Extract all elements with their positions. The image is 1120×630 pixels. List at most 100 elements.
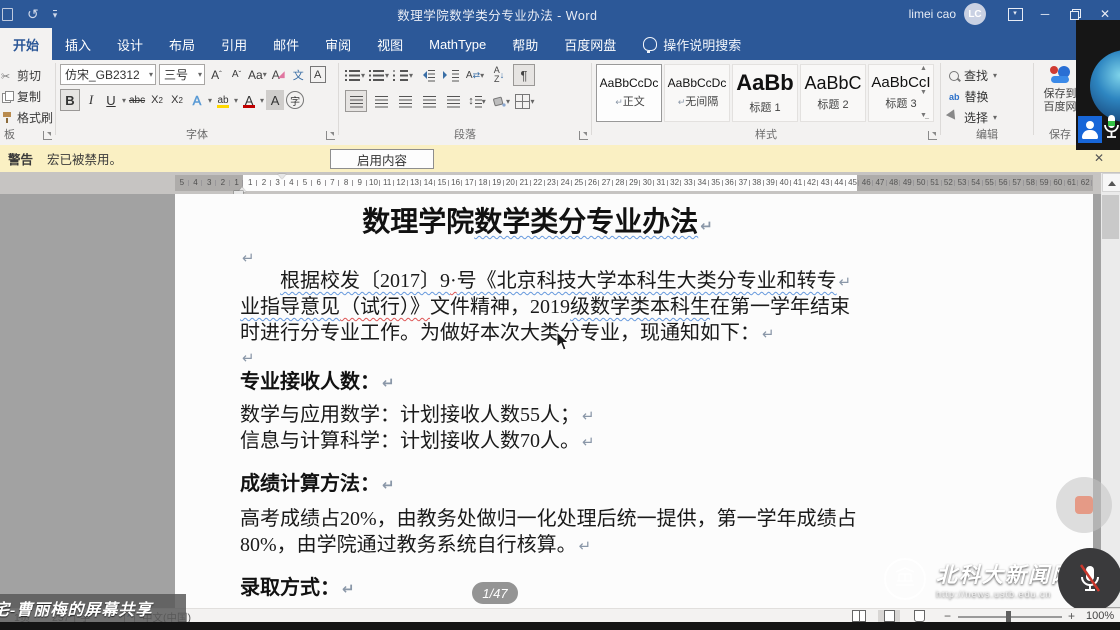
- styles-dialog-launcher[interactable]: [928, 131, 937, 140]
- asian-layout-button[interactable]: A⇄▾: [465, 65, 485, 85]
- grow-font-button[interactable]: Aˆ: [208, 65, 225, 84]
- styles-scroll-up-icon[interactable]: ▲: [920, 65, 927, 72]
- muted-mic-button[interactable]: [1058, 548, 1120, 608]
- replace-button[interactable]: ab替换: [941, 86, 1033, 107]
- customize-qat-icon[interactable]: ▾: [53, 10, 58, 19]
- tell-me-search[interactable]: 操作说明搜索: [643, 28, 741, 60]
- meeting-record-button[interactable]: [1056, 477, 1112, 533]
- find-button[interactable]: 查找▾: [941, 65, 1033, 86]
- change-case-button[interactable]: Aa▾: [248, 65, 267, 84]
- undo-icon[interactable]: ↺: [27, 6, 39, 23]
- clipboard-dialog-launcher[interactable]: [43, 131, 52, 140]
- bullets-button[interactable]: ▾: [345, 65, 365, 85]
- text-highlight-button[interactable]: ab: [214, 90, 232, 110]
- enable-content-button[interactable]: 启用内容: [330, 149, 434, 169]
- ribbon-tab[interactable]: 邮件: [260, 28, 312, 60]
- style-card[interactable]: AaBbCcDc↵正文: [596, 64, 662, 122]
- horizontal-ruler[interactable]: 5432112345678910111213141516171819202122…: [0, 172, 1120, 194]
- save-icon[interactable]: [2, 8, 13, 21]
- web-layout-button[interactable]: [908, 610, 930, 622]
- clear-formatting-button[interactable]: A◢: [270, 65, 287, 84]
- ribbon-tab[interactable]: 布局: [156, 28, 208, 60]
- justify-button[interactable]: [419, 91, 439, 111]
- zoom-out-button[interactable]: −: [944, 609, 951, 623]
- zoom-slider-thumb[interactable]: [1006, 611, 1011, 622]
- ribbon-tab[interactable]: 设计: [104, 28, 156, 60]
- shading-button[interactable]: ▾: [491, 91, 511, 111]
- numbering-button[interactable]: ▾: [369, 65, 389, 85]
- style-card[interactable]: AaBb标题 1: [732, 64, 798, 122]
- ribbon-tab[interactable]: 开始: [0, 28, 52, 60]
- align-center-button[interactable]: [371, 91, 391, 111]
- vertical-scrollbar[interactable]: [1101, 173, 1120, 607]
- styles-more-icon[interactable]: ▼̲: [920, 112, 927, 119]
- paragraph-dialog-launcher[interactable]: [579, 131, 588, 140]
- ruler-tick: 22: [531, 175, 545, 191]
- read-mode-button[interactable]: [848, 610, 870, 622]
- styles-scroll-down-icon[interactable]: ▼: [920, 89, 927, 96]
- highlight-dropdown[interactable]: ▾: [234, 96, 238, 105]
- security-warning-bar: 警告 宏已被禁用。 启用内容 ✕: [0, 145, 1120, 172]
- borders-button[interactable]: ▾: [515, 91, 535, 111]
- select-button[interactable]: 选择▾: [941, 107, 1033, 128]
- bold-button[interactable]: B: [60, 89, 80, 111]
- participants-button[interactable]: [1078, 116, 1102, 143]
- underline-button[interactable]: U: [102, 90, 120, 110]
- style-card[interactable]: AaBbCcDc↵无间隔: [664, 64, 730, 122]
- superscript-button[interactable]: X2: [168, 90, 186, 110]
- document-page[interactable]: 数理学院数学类分专业办法↵↵根据校发〔2017〕9·号《北京科技大学本科生大类分…: [175, 194, 1093, 608]
- style-card[interactable]: AaBbC标题 2: [800, 64, 866, 122]
- account-avatar[interactable]: LC: [964, 3, 986, 25]
- styles-scroll[interactable]: ▲ ▼ ▼̲: [917, 65, 930, 119]
- font-color-button[interactable]: A: [240, 90, 258, 110]
- ribbon-tab[interactable]: 百度网盘: [551, 28, 629, 60]
- multilevel-list-button[interactable]: ▾: [393, 65, 413, 85]
- increase-indent-button[interactable]: [441, 65, 461, 85]
- warning-close-icon[interactable]: ✕: [1094, 151, 1104, 165]
- webcam-thumbnail[interactable]: [1090, 50, 1120, 122]
- document-content[interactable]: 数理学院数学类分专业办法↵↵根据校发〔2017〕9·号《北京科技大学本科生大类分…: [240, 200, 860, 602]
- strikethrough-button[interactable]: abc: [128, 90, 146, 110]
- ribbon-display-options-button[interactable]: ▾: [1000, 0, 1030, 28]
- minimize-button[interactable]: ─: [1030, 0, 1060, 28]
- font-name-combo[interactable]: 仿宋_GB2312▾: [60, 64, 156, 85]
- account-name[interactable]: limei cao: [909, 7, 956, 21]
- mic-level-icon[interactable]: [1103, 113, 1120, 145]
- first-line-indent-marker[interactable]: [278, 174, 286, 183]
- ruler-tick: 46: [859, 175, 873, 191]
- format-painter-button[interactable]: 格式刷: [0, 107, 55, 128]
- font-size-combo[interactable]: 三号▾: [159, 64, 205, 85]
- enclose-characters-button[interactable]: 字: [286, 91, 304, 109]
- subscript-button[interactable]: X2: [148, 90, 166, 110]
- phonetic-guide-button[interactable]: 文: [290, 65, 307, 84]
- show-hide-marks-button[interactable]: ¶: [513, 64, 535, 86]
- font-dialog-launcher[interactable]: [326, 131, 335, 140]
- font-color-dropdown[interactable]: ▾: [260, 96, 264, 105]
- text-effects-dropdown[interactable]: ▾: [208, 96, 212, 105]
- italic-button[interactable]: I: [82, 90, 100, 110]
- align-right-button[interactable]: [395, 91, 415, 111]
- ribbon-tab[interactable]: 引用: [208, 28, 260, 60]
- shrink-font-button[interactable]: Aˇ: [228, 65, 245, 84]
- text-effects-button[interactable]: A: [188, 90, 206, 110]
- scroll-up-button[interactable]: [1102, 173, 1120, 192]
- underline-dropdown[interactable]: ▾: [122, 96, 126, 105]
- copy-button[interactable]: 复制: [0, 86, 55, 107]
- align-left-button[interactable]: [345, 90, 367, 112]
- character-border-button[interactable]: A: [310, 66, 326, 83]
- sort-button[interactable]: AZ↓: [489, 65, 509, 85]
- ribbon-tab[interactable]: 审阅: [312, 28, 364, 60]
- ribbon-tab[interactable]: 插入: [52, 28, 104, 60]
- cut-button[interactable]: 剪切: [0, 65, 55, 86]
- ribbon-tab[interactable]: 视图: [364, 28, 416, 60]
- decrease-indent-button[interactable]: [417, 65, 437, 85]
- distribute-button[interactable]: [443, 91, 463, 111]
- ribbon-tab[interactable]: 帮助: [499, 28, 551, 60]
- zoom-in-button[interactable]: +: [1068, 609, 1075, 623]
- line-spacing-button[interactable]: ↕▾: [467, 91, 487, 111]
- scrollbar-thumb[interactable]: [1102, 195, 1119, 239]
- character-shading-button[interactable]: A: [266, 90, 284, 110]
- zoom-percentage[interactable]: 100%: [1086, 610, 1114, 622]
- print-layout-button[interactable]: [878, 610, 900, 622]
- ribbon-tab[interactable]: MathType: [416, 28, 499, 60]
